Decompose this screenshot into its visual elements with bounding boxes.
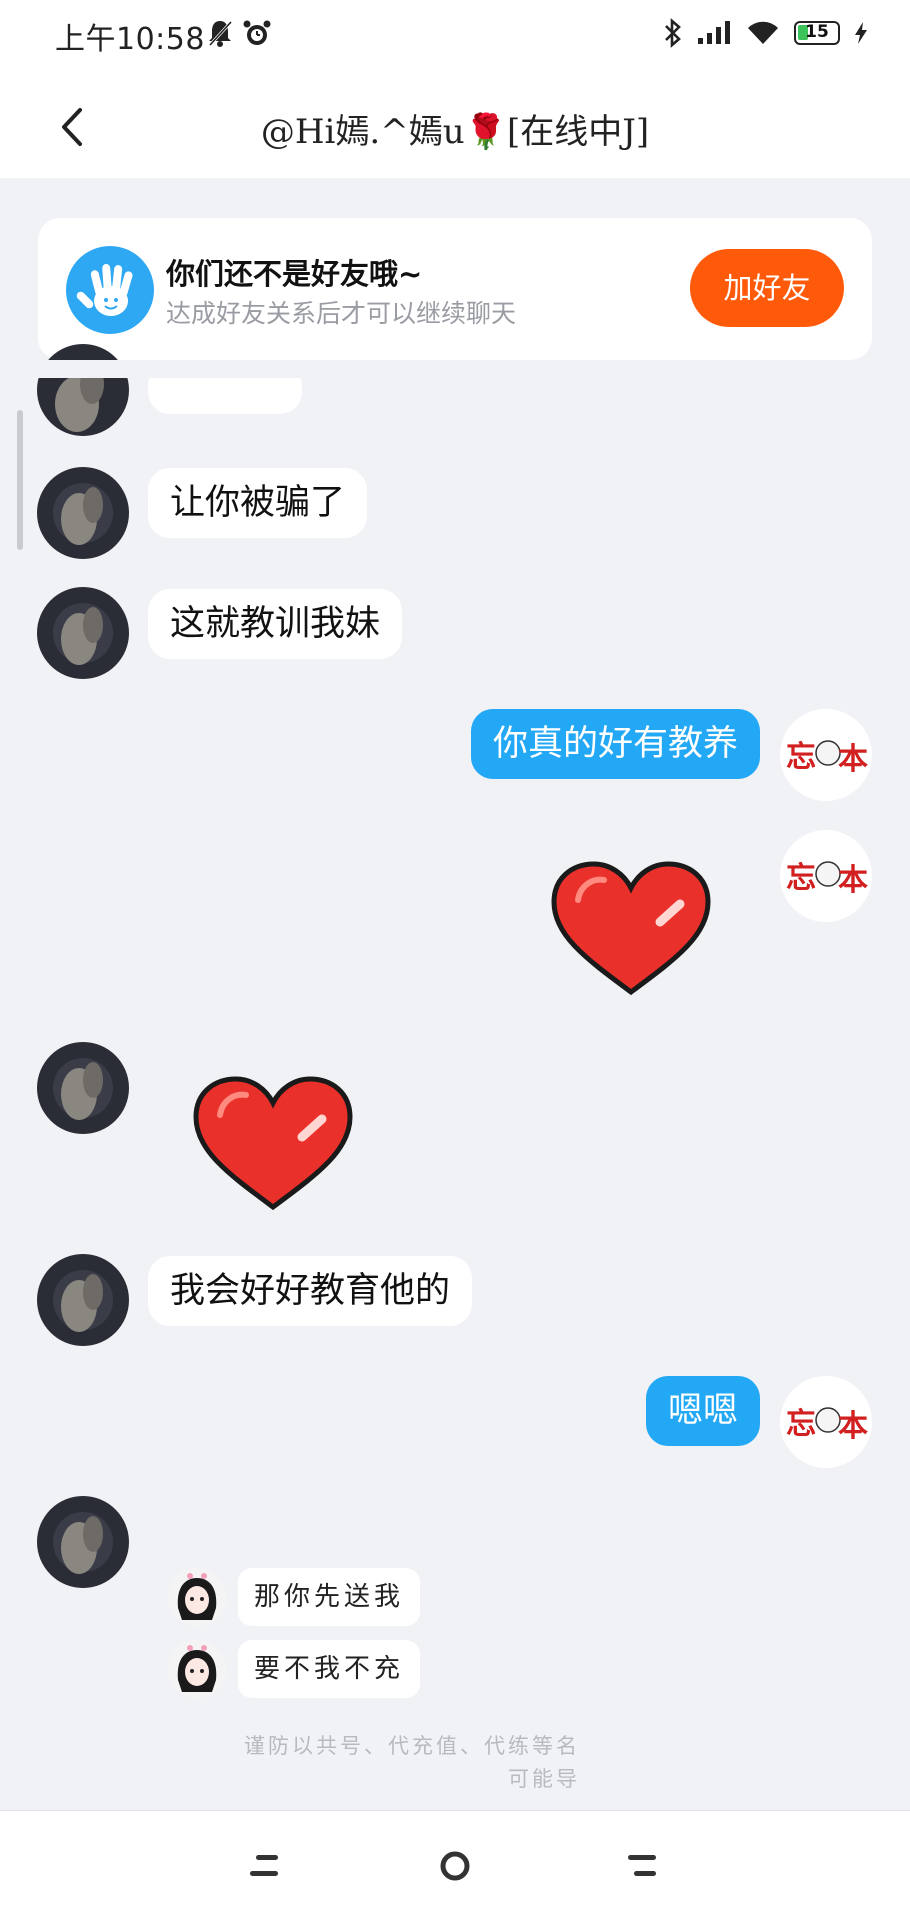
contact-avatar[interactable]: [37, 1042, 129, 1134]
battery-icon: 15: [794, 21, 840, 45]
chat-header: @Hi嫣.^嫣u🌹[在线中J]: [0, 78, 910, 178]
message-bubble-self[interactable]: 你真的好有教养: [470, 709, 760, 779]
svg-text:忘: 忘: [786, 740, 816, 775]
wifi-icon: [748, 21, 778, 44]
alarm-icon: [243, 20, 271, 45]
image-chat-row: 那你先送我: [168, 1568, 421, 1626]
message-bubble[interactable]: 这就教训我妹: [148, 589, 403, 659]
image-chat-text: 要不我不充: [238, 1640, 421, 1698]
not-friends-banner: 你们还不是好友哦~ 达成好友关系后才可以继续聊天 加好友: [38, 218, 872, 360]
home-icon[interactable]: [438, 1849, 472, 1883]
notice-line: 可能导: [508, 1767, 580, 1791]
contact-avatar[interactable]: [37, 344, 129, 436]
chat-title: @Hi嫣.^嫣u🌹[在线中J]: [260, 112, 650, 152]
add-friend-button[interactable]: 加好友: [690, 249, 844, 327]
svg-text:本: 本: [838, 863, 868, 898]
anime-avatar-icon: [168, 1568, 226, 1626]
image-notice: 谨防以共号、代充值、代练等名 可能导: [180, 1730, 580, 1796]
wave-hand-icon: [66, 246, 154, 334]
message-bubble[interactable]: 我会好好教育他的: [148, 1256, 473, 1326]
status-time: 上午10:58: [55, 22, 205, 57]
svg-text:忘: 忘: [786, 1407, 816, 1442]
image-chat-text: 那你先送我: [238, 1568, 421, 1626]
banner-subtitle: 达成好友关系后才可以继续聊天: [166, 299, 517, 328]
svg-text:本: 本: [838, 742, 868, 777]
heart-sticker-icon[interactable]: [190, 1075, 356, 1215]
svg-text:忘: 忘: [786, 861, 816, 896]
contact-avatar[interactable]: [37, 587, 129, 679]
clip-mask: [0, 360, 900, 378]
contact-avatar[interactable]: [37, 1496, 129, 1588]
scroll-indicator[interactable]: [17, 410, 23, 550]
anime-avatar-icon: [168, 1640, 226, 1698]
my-avatar[interactable]: 忘本: [780, 830, 872, 922]
menu-icon[interactable]: [248, 1851, 282, 1881]
mute-bell-icon: [208, 20, 233, 47]
my-avatar[interactable]: 忘本: [780, 709, 872, 801]
signal-icon: [698, 21, 730, 44]
bluetooth-icon: [665, 18, 681, 48]
notice-line: 谨防以共号、代充值、代练等名: [244, 1734, 580, 1758]
status-bar: 上午10:58 15: [0, 0, 910, 78]
svg-text:本: 本: [838, 1409, 868, 1444]
message-bubble-self[interactable]: 嗯嗯: [645, 1376, 760, 1446]
heart-sticker-icon[interactable]: [548, 860, 714, 1000]
charging-icon: [855, 22, 867, 44]
system-nav-bar: [0, 1810, 910, 1921]
battery-level: 15: [805, 22, 829, 42]
banner-title: 你们还不是好友哦~: [166, 257, 423, 291]
contact-avatar[interactable]: [37, 467, 129, 559]
contact-avatar[interactable]: [37, 1254, 129, 1346]
my-avatar[interactable]: 忘本: [780, 1376, 872, 1468]
image-chat-row: 要不我不充: [168, 1640, 421, 1698]
back-nav-icon[interactable]: [626, 1851, 660, 1881]
message-bubble[interactable]: 让你被骗了: [148, 468, 368, 538]
